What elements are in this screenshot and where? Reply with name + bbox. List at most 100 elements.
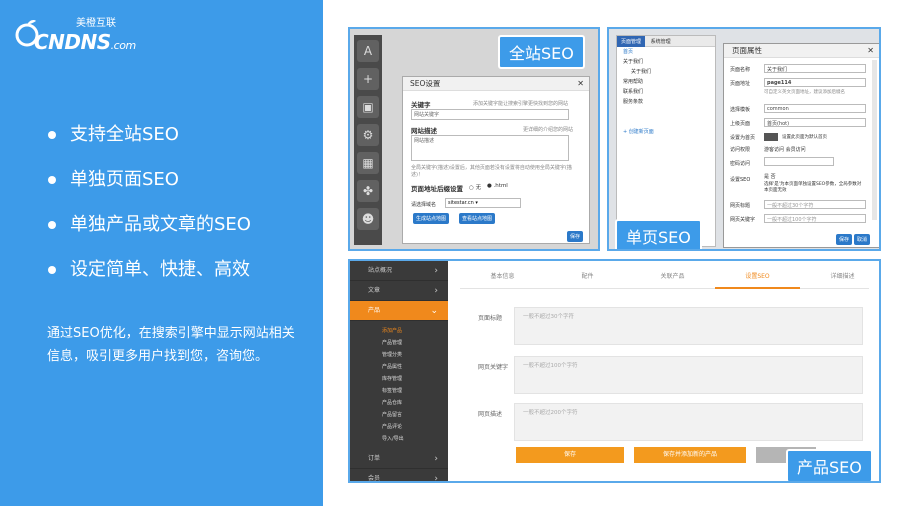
left-panel: 美橙互联 CNDNS.com 支持全站SEO 单独页面SEO 单独产品或文章的S… [0, 0, 323, 506]
submenu-item[interactable]: 产品留言 [350, 409, 448, 421]
home-toggle[interactable] [764, 133, 778, 141]
tab-accessories[interactable]: 配件 [545, 265, 630, 289]
page-tree-tabs: 页面管理 系统管理 [617, 36, 715, 47]
prop-label: 设置SEO [730, 177, 751, 183]
site-desc-textarea[interactable]: 网站描述 [411, 135, 569, 161]
text-tool-icon[interactable]: A [357, 40, 379, 62]
admin-sidebar: 站点概况 › 文章 › 产品 ⌄ 添加产品 产品管理 管理分类 产品属性 库存管理 标… [350, 261, 448, 481]
save-button[interactable]: 保存 [567, 231, 584, 242]
sidebar-item-products[interactable]: 产品 ⌄ [350, 301, 448, 321]
keywords-input[interactable]: 一般不超过100个字符 [514, 356, 863, 394]
prop-label: 访问权限 [730, 147, 751, 153]
tab-description[interactable]: 详细描述 [800, 265, 879, 289]
page-url-field[interactable]: page114 [764, 78, 866, 87]
tab-seo[interactable]: 设置SEO [715, 265, 800, 289]
page-keywords-field[interactable]: 一般不超过100个字符 [764, 214, 866, 223]
tab-related-products[interactable]: 关联产品 [630, 265, 715, 289]
field-label: 页面标题 [478, 315, 503, 322]
seo-radio[interactable]: 是 否 [764, 173, 776, 180]
keywords-input[interactable]: 网站关键字 [411, 109, 569, 120]
access-radio[interactable]: 游客访问 会员访问 [764, 146, 806, 153]
page-seo-tag: 单页SEO [615, 219, 702, 249]
submenu-item[interactable]: 产品评论 [350, 421, 448, 433]
url-suffix-radio-none[interactable]: ○ 无 [469, 183, 481, 191]
editor-toolbar: A + ▣ ⚙ ▦ ✤ ☻ [354, 35, 382, 245]
save-button[interactable]: 保存 [836, 234, 853, 245]
dialog-title: 页面属性 [732, 46, 762, 55]
feature-item: 支持全站SEO [46, 122, 251, 167]
description-text: 通过SEO优化，在搜索引擎中显示网站相关信息，吸引更多用户找到您，咨询您。 [47, 326, 295, 364]
tab-system-manage[interactable]: 系统管理 [647, 36, 675, 47]
cancel-button[interactable]: 取消 [854, 234, 871, 245]
submenu-item[interactable]: 添加产品 [350, 325, 448, 337]
prop-label: 密码访问 [730, 161, 751, 167]
submenu-item[interactable]: 产品管理 [350, 337, 448, 349]
grid-icon[interactable]: ▦ [357, 152, 379, 174]
tree-node[interactable]: 常用帮助 [617, 77, 715, 87]
create-page-link[interactable]: + 创建新页面 [623, 128, 654, 135]
dialog-header: 页面属性 ✕ [724, 44, 879, 58]
sidebar-item-articles[interactable]: 文章 › [350, 281, 448, 301]
add-icon[interactable]: + [357, 68, 379, 90]
prop-label: 选择模板 [730, 107, 751, 113]
url-suffix-label: 页面地址后缀设置 [411, 185, 463, 193]
site-seo-screenshot: A + ▣ ⚙ ▦ ✤ ☻ SEO设置 ✕ 关键字 添加关键字能让搜索引擎更快找… [348, 27, 600, 251]
submenu-item[interactable]: 标签管理 [350, 385, 448, 397]
field-label: 网页描述 [478, 411, 503, 418]
template-select[interactable]: common [764, 104, 866, 113]
product-seo-tag: 产品SEO [786, 449, 873, 481]
field-label: 网页关键字 [478, 364, 509, 371]
gear-icon[interactable]: ⚙ [357, 124, 379, 146]
prop-label: 设置为首页 [730, 135, 756, 141]
close-icon[interactable]: ✕ [577, 77, 584, 91]
sidebar-item-members[interactable]: 会员 › [350, 469, 448, 481]
parent-page-select[interactable]: 首页(hot) [764, 118, 866, 127]
submenu-item[interactable]: 产品属性 [350, 361, 448, 373]
dialog-title: SEO设置 [410, 79, 441, 88]
cndns-logo: 美橙互联 CNDNS.com [14, 14, 144, 54]
password-field[interactable] [764, 157, 834, 166]
prop-label: 网页关键字 [730, 217, 756, 223]
tree-node[interactable]: 首页 [617, 47, 715, 57]
product-seo-screenshot: 站点概况 › 文章 › 产品 ⌄ 添加产品 产品管理 管理分类 产品属性 库存管理 标… [348, 259, 881, 483]
feature-item: 设定简单、快捷、高效 [46, 257, 251, 302]
save-button[interactable]: 保存 [516, 447, 624, 463]
submenu-item[interactable]: 产品仓库 [350, 397, 448, 409]
page-title-field[interactable]: 一般不超过30个字符 [764, 200, 866, 209]
scrollbar[interactable] [872, 60, 877, 220]
tab-basic-info[interactable]: 基本信息 [460, 265, 545, 289]
page-title-input[interactable]: 一般不超过30个字符 [514, 307, 863, 345]
submenu-item[interactable]: 库存管理 [350, 373, 448, 385]
logo-cn-text: 美橙互联 [76, 18, 116, 29]
user-icon[interactable]: ☻ [357, 208, 379, 230]
tree-node[interactable]: 关于我们 [617, 57, 715, 67]
page-properties-dialog: 页面属性 ✕ 页面名称 关于我们 页面地址 page114 可自定义英文页面地址… [723, 43, 879, 248]
page-name-field[interactable]: 关于我们 [764, 64, 866, 73]
description-input[interactable]: 一般不超过200个字符 [514, 403, 863, 441]
briefcase-icon[interactable]: ▣ [357, 96, 379, 118]
tree-node[interactable]: 关于我们 [617, 67, 715, 77]
tree-node[interactable]: 联系我们 [617, 87, 715, 97]
page-seo-screenshot: 页面管理 系统管理 首页 关于我们 关于我们 常用帮助 联系我们 服务条款 + … [607, 27, 881, 251]
url-suffix-radio-html[interactable]: ● .html [487, 183, 508, 189]
page-tree-panel: 页面管理 系统管理 首页 关于我们 关于我们 常用帮助 联系我们 服务条款 + … [616, 35, 716, 247]
sidebar-item-overview[interactable]: 站点概况 › [350, 261, 448, 281]
tab-page-manage[interactable]: 页面管理 [617, 36, 646, 47]
domain-label: 请选择域名 [411, 202, 437, 208]
save-and-add-button[interactable]: 保存并添加新的产品 [634, 447, 746, 463]
dialog-header: SEO设置 ✕ [403, 77, 589, 91]
sidebar-item-orders[interactable]: 订单 › [350, 449, 448, 469]
apps-icon[interactable]: ✤ [357, 180, 379, 202]
submenu-item[interactable]: 导入/导出 [350, 433, 448, 445]
url-note: 可自定义英文页面地址，建议添加后缀名 [764, 90, 845, 95]
prop-label: 上级页面 [730, 121, 751, 127]
feature-item: 单独页面SEO [46, 167, 251, 212]
tree-node[interactable]: 服务条款 [617, 97, 715, 107]
domain-select[interactable]: sitestar.cn ▾ [445, 198, 521, 208]
site-desc-hint: 更详细的介绍您的网站 [523, 127, 574, 133]
close-icon[interactable]: ✕ [867, 44, 874, 58]
prop-label: 网页标题 [730, 203, 751, 209]
view-sitemap-button[interactable]: 查看站点地图 [459, 213, 496, 224]
submenu-item[interactable]: 管理分类 [350, 349, 448, 361]
generate-sitemap-button[interactable]: 生成站点地图 [413, 213, 450, 224]
